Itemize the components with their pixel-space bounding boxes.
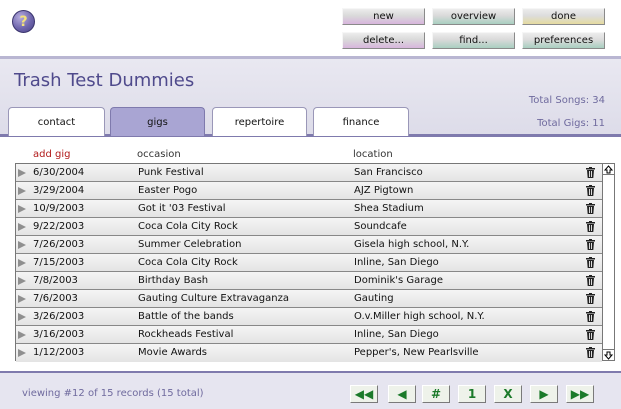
overview-button[interactable]: overview <box>432 8 515 25</box>
goto-record-button[interactable]: # <box>422 385 450 403</box>
tab-gigs[interactable]: gigs <box>110 107 205 136</box>
add-gig-link[interactable]: add gig <box>33 149 70 160</box>
triangle-right-icon[interactable] <box>18 277 26 285</box>
trash-icon[interactable] <box>586 257 595 268</box>
arrow-down-icon[interactable] <box>603 349 614 360</box>
table-row[interactable]: 7/6/2003 Gauting Culture Extravaganza Gaut… <box>16 290 602 308</box>
triangle-right-icon[interactable] <box>18 331 26 339</box>
done-button[interactable]: done <box>522 8 605 25</box>
table-row[interactable]: 3/16/2003 Rockheads Festival Inline, San D… <box>16 326 602 344</box>
gig-date: 7/6/2003 <box>33 293 78 304</box>
gig-location: Gisela high school, N.Y. <box>354 239 470 250</box>
gig-occasion: Gauting Culture Extravaganza <box>138 293 289 304</box>
previous-record-button[interactable]: ◀ <box>388 385 416 403</box>
triangle-right-icon[interactable] <box>18 187 26 195</box>
preferences-button[interactable]: preferences <box>522 32 605 49</box>
gig-occasion: Battle of the bands <box>138 311 234 322</box>
first-record-button[interactable]: ◀◀ <box>350 385 378 403</box>
gig-occasion: Birthday Bash <box>138 275 209 286</box>
trash-icon[interactable] <box>586 329 595 340</box>
triangle-right-icon[interactable] <box>18 349 26 357</box>
gig-location: O.v.Miller high school, N.Y. <box>354 311 485 322</box>
gig-location: Gauting <box>354 293 394 304</box>
trash-icon[interactable] <box>586 185 595 196</box>
record-status: viewing #12 of 15 records (15 total) <box>22 388 204 399</box>
gig-date: 7/15/2003 <box>33 257 85 268</box>
gig-location: Soundcafe <box>354 221 407 232</box>
location-column-header: location <box>353 149 393 160</box>
table-row[interactable]: 7/26/2003 Summer Celebration Gisela high s… <box>16 236 602 254</box>
gig-occasion: Rockheads Festival <box>138 329 234 340</box>
new-button[interactable]: new <box>342 8 425 25</box>
gig-date: 9/22/2003 <box>33 221 85 232</box>
gig-date: 10/9/2003 <box>33 203 85 214</box>
triangle-right-icon[interactable] <box>18 205 26 213</box>
trash-icon[interactable] <box>586 347 595 358</box>
trash-icon[interactable] <box>586 275 595 286</box>
tab-contact[interactable]: contact <box>8 107 105 136</box>
gig-location: Pepper's, New Pearlsville <box>354 347 479 358</box>
trash-icon[interactable] <box>586 221 595 232</box>
gig-occasion: Punk Festival <box>138 167 204 178</box>
tab-finance[interactable]: finance <box>313 107 409 136</box>
find-button[interactable]: find... <box>432 32 515 49</box>
table-row[interactable]: 1/12/2003 Movie Awards Pepper's, New Pearl… <box>16 344 602 362</box>
gig-occasion: Summer Celebration <box>138 239 242 250</box>
triangle-right-icon[interactable] <box>18 241 26 249</box>
last-record-button[interactable]: ▶▶ <box>566 385 594 403</box>
gig-occasion: Coca Cola City Rock <box>138 221 238 232</box>
trash-icon[interactable] <box>586 239 595 250</box>
gig-occasion: Movie Awards <box>138 347 208 358</box>
next-record-button[interactable]: ▶ <box>530 385 558 403</box>
page-one-button[interactable]: 1 <box>458 385 486 403</box>
table-row[interactable]: 7/8/2003 Birthday Bash Dominik's Garage <box>16 272 602 290</box>
table-row[interactable]: 10/9/2003 Got it '03 Festival Shea Stadium <box>16 200 602 218</box>
gig-date: 3/26/2003 <box>33 311 85 322</box>
gig-location: Shea Stadium <box>354 203 424 214</box>
delete-button[interactable]: delete... <box>342 32 425 49</box>
triangle-right-icon[interactable] <box>18 295 26 303</box>
gig-occasion: Coca Cola City Rock <box>138 257 238 268</box>
help-icon[interactable]: ? <box>12 10 35 33</box>
gig-date: 7/26/2003 <box>33 239 85 250</box>
trash-icon[interactable] <box>586 293 595 304</box>
trash-icon[interactable] <box>586 203 595 214</box>
table-row[interactable]: 6/30/2004 Punk Festival San Francisco <box>16 164 602 182</box>
trash-icon[interactable] <box>586 311 595 322</box>
page-title: Trash Test Dummies <box>14 70 195 91</box>
triangle-right-icon[interactable] <box>18 313 26 321</box>
triangle-right-icon[interactable] <box>18 169 26 177</box>
gig-location: Inline, San Diego <box>354 257 439 268</box>
list-scrollbar[interactable] <box>602 163 615 361</box>
table-row[interactable]: 7/15/2003 Coca Cola City Rock Inline, San … <box>16 254 602 272</box>
gig-list: 6/30/2004 Punk Festival San Francisco 3/29/… <box>15 163 602 362</box>
gig-date: 6/30/2004 <box>33 167 85 178</box>
gig-occasion: Got it '03 Festival <box>138 203 226 214</box>
table-row[interactable]: 3/26/2003 Battle of the bands O.v.Miller h… <box>16 308 602 326</box>
gig-location: San Francisco <box>354 167 423 178</box>
total-songs-label: Total Songs: 34 <box>528 95 605 106</box>
gig-date: 3/29/2004 <box>33 185 85 196</box>
triangle-right-icon[interactable] <box>18 223 26 231</box>
gig-location: Inline, San Diego <box>354 329 439 340</box>
total-gigs-label: Total Gigs: 11 <box>537 118 605 129</box>
gig-date: 1/12/2003 <box>33 347 85 358</box>
close-found-set-button[interactable]: X <box>494 385 522 403</box>
arrow-up-icon[interactable] <box>603 164 614 175</box>
tab-repertoire[interactable]: repertoire <box>212 107 307 136</box>
occasion-column-header: occasion <box>137 149 181 160</box>
gig-date: 7/8/2003 <box>33 275 78 286</box>
table-row[interactable]: 9/22/2003 Coca Cola City Rock Soundcafe <box>16 218 602 236</box>
gig-location: Dominik's Garage <box>354 275 443 286</box>
triangle-right-icon[interactable] <box>18 259 26 267</box>
gig-date: 3/16/2003 <box>33 329 85 340</box>
gig-location: AJZ Pigtown <box>354 185 414 196</box>
trash-icon[interactable] <box>586 167 595 178</box>
table-row[interactable]: 3/29/2004 Easter Pogo AJZ Pigtown <box>16 182 602 200</box>
gig-occasion: Easter Pogo <box>138 185 198 196</box>
